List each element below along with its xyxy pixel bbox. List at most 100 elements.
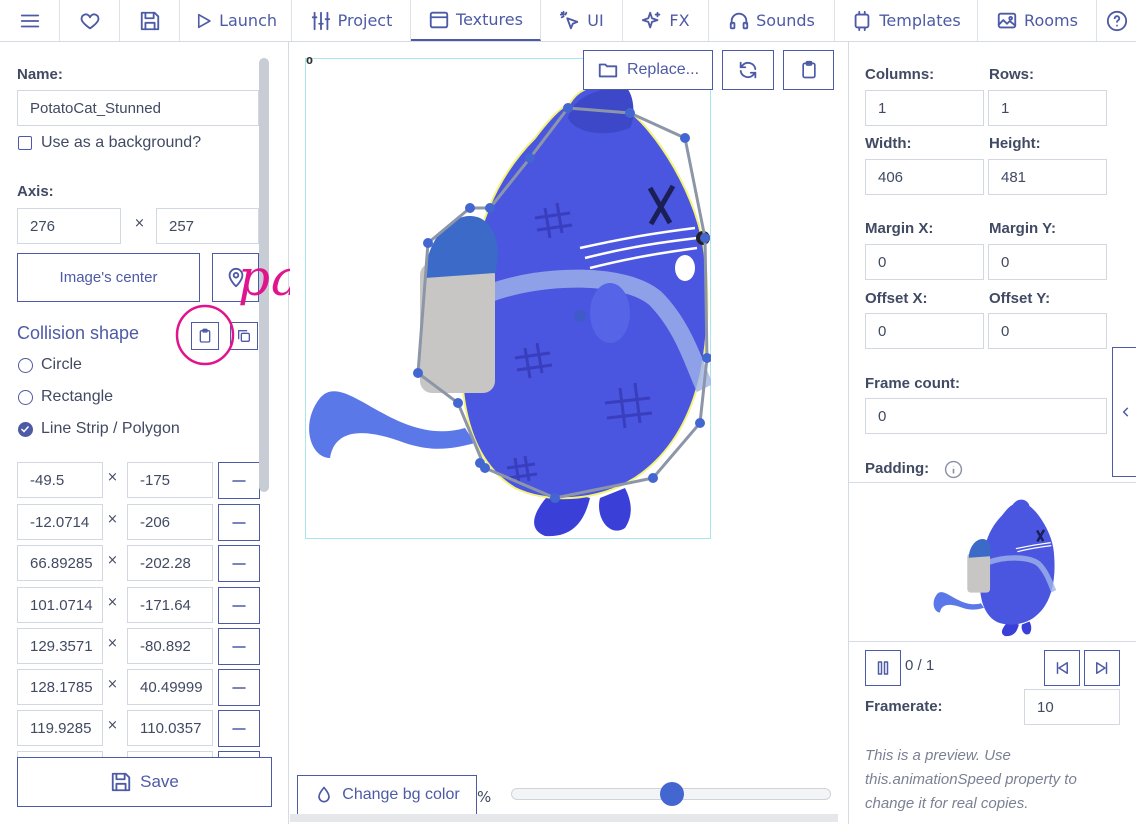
pause-icon — [877, 661, 889, 675]
tab-ui[interactable]: UI — [541, 0, 623, 41]
collision-shape-title: Collision shape — [17, 323, 140, 343]
info-icon[interactable] — [944, 460, 963, 479]
times-sign: × — [107, 470, 118, 485]
remove-point-button[interactable] — [218, 462, 260, 499]
help-button[interactable] — [1097, 0, 1136, 41]
framerate-label: Framerate: — [865, 698, 943, 715]
name-input[interactable]: PotatoCat_Stunned — [17, 90, 259, 126]
backpack-cap — [425, 216, 498, 278]
framerate-input[interactable]: 10 — [1024, 689, 1120, 725]
tab-fx[interactable]: FX — [623, 0, 709, 41]
point-y-input[interactable]: -175 — [127, 462, 213, 498]
zoom-slider-knob[interactable] — [660, 782, 684, 806]
radio-polygon[interactable] — [18, 422, 33, 437]
times-sign: × — [107, 718, 118, 733]
replace-button[interactable]: Replace... — [583, 50, 713, 90]
preview-note: This is a preview. Use this.animationSpe… — [865, 747, 1077, 812]
point-x-input[interactable]: -49.5 — [17, 462, 103, 498]
times-sign: × — [107, 595, 118, 610]
reload-button[interactable] — [722, 50, 774, 90]
favorite-button[interactable] — [60, 0, 120, 41]
columns-label: Columns: — [865, 66, 935, 83]
minus-icon — [232, 562, 246, 565]
change-bg-color-button[interactable]: Change bg color — [297, 775, 477, 815]
height-label: Height: — [989, 135, 1041, 152]
remove-point-button[interactable] — [218, 504, 260, 541]
image-icon — [429, 11, 449, 28]
point-y-input[interactable]: -206 — [127, 504, 213, 540]
minus-icon — [232, 727, 246, 730]
height-input[interactable]: 481 — [988, 159, 1107, 195]
point-y-input[interactable]: 40.49999 — [127, 669, 213, 705]
plugin-icon — [854, 10, 870, 31]
tab-sounds[interactable]: Sounds — [709, 0, 835, 41]
background-checkbox[interactable] — [18, 136, 32, 150]
axis-y-input[interactable]: 257 — [156, 208, 259, 244]
offset-x-input[interactable]: 0 — [865, 313, 984, 349]
pause-button[interactable] — [865, 650, 901, 686]
remove-point-button[interactable] — [218, 628, 260, 665]
point-y-input[interactable]: 110.0357 — [127, 710, 213, 746]
headphones-icon — [729, 12, 749, 29]
previous-frame-button[interactable] — [1044, 650, 1080, 686]
tab-label: FX — [669, 11, 690, 30]
save-project-button[interactable] — [120, 0, 180, 41]
margin-y-input[interactable]: 0 — [988, 244, 1107, 280]
heart-icon — [80, 12, 99, 29]
menu-button[interactable] — [0, 0, 60, 41]
zoom-percent: % — [477, 788, 492, 806]
point-x-input[interactable]: 128.1785 — [17, 669, 103, 705]
tab-label: Launch — [219, 11, 277, 30]
tab-label: Templates — [879, 11, 961, 30]
point-x-input[interactable]: 101.0714 — [17, 587, 103, 623]
point-x-input[interactable]: 119.9285 — [17, 710, 103, 746]
remove-point-button[interactable] — [218, 587, 260, 624]
remove-point-button[interactable] — [218, 710, 260, 747]
top-toolbar: Launch Project Textures UI FX Sounds Tem… — [0, 0, 1136, 42]
collapse-panel-button[interactable] — [1112, 347, 1136, 477]
point-y-input[interactable]: -80.892 — [127, 628, 213, 664]
save-icon — [111, 772, 131, 792]
times-sign: × — [107, 512, 118, 527]
remove-point-button[interactable] — [218, 669, 260, 706]
tab-launch[interactable]: Launch — [180, 0, 292, 41]
margin-x-input[interactable]: 0 — [865, 244, 984, 280]
shape-option-circle: Circle — [41, 356, 82, 373]
texture-canvas[interactable]: 0 Replace... Change bg color % — [290, 42, 847, 824]
point-x-input[interactable]: 129.3571 — [17, 628, 103, 664]
tab-label: UI — [587, 11, 604, 30]
tab-label: Project — [337, 11, 393, 30]
play-icon — [197, 13, 211, 28]
tab-rooms[interactable]: Rooms — [978, 0, 1097, 41]
point-y-input[interactable]: -171.64 — [127, 587, 213, 623]
cat-tail — [309, 391, 475, 458]
tab-textures[interactable]: Textures — [411, 0, 541, 41]
width-input[interactable]: 406 — [865, 159, 984, 195]
point-y-input[interactable]: -202.28 — [127, 545, 213, 581]
tab-project[interactable]: Project — [292, 0, 411, 41]
columns-input[interactable]: 1 — [865, 90, 984, 126]
point-x-input[interactable]: -12.0714 — [17, 504, 103, 540]
times-sign: × — [134, 216, 145, 231]
radio-rectangle[interactable] — [18, 390, 33, 405]
tab-templates[interactable]: Templates — [835, 0, 978, 41]
axis-x-input[interactable]: 276 — [17, 208, 121, 244]
offset-y-input[interactable]: 0 — [988, 313, 1107, 349]
check-icon — [20, 425, 30, 433]
radio-circle[interactable] — [18, 358, 33, 373]
point-x-input[interactable]: 66.89285 — [17, 545, 103, 581]
save-button[interactable]: Save — [17, 757, 272, 807]
remove-point-button[interactable] — [218, 545, 260, 582]
tab-label: Sounds — [756, 11, 815, 30]
horizontal-scrollbar[interactable] — [290, 814, 838, 822]
paste-texture-button[interactable] — [783, 50, 834, 90]
times-sign: × — [107, 636, 118, 651]
tab-label: Textures — [456, 10, 523, 29]
rows-input[interactable]: 1 — [988, 90, 1107, 126]
skip-back-icon — [1056, 662, 1068, 674]
sprite-settings-panel: Columns: Rows: 1 1 Width: Height: 406 48… — [848, 42, 1136, 824]
next-frame-button[interactable] — [1084, 650, 1120, 686]
minus-icon — [232, 479, 246, 482]
frame-count-input[interactable]: 0 — [865, 398, 1107, 434]
image-center-label: Image's center — [59, 269, 158, 286]
